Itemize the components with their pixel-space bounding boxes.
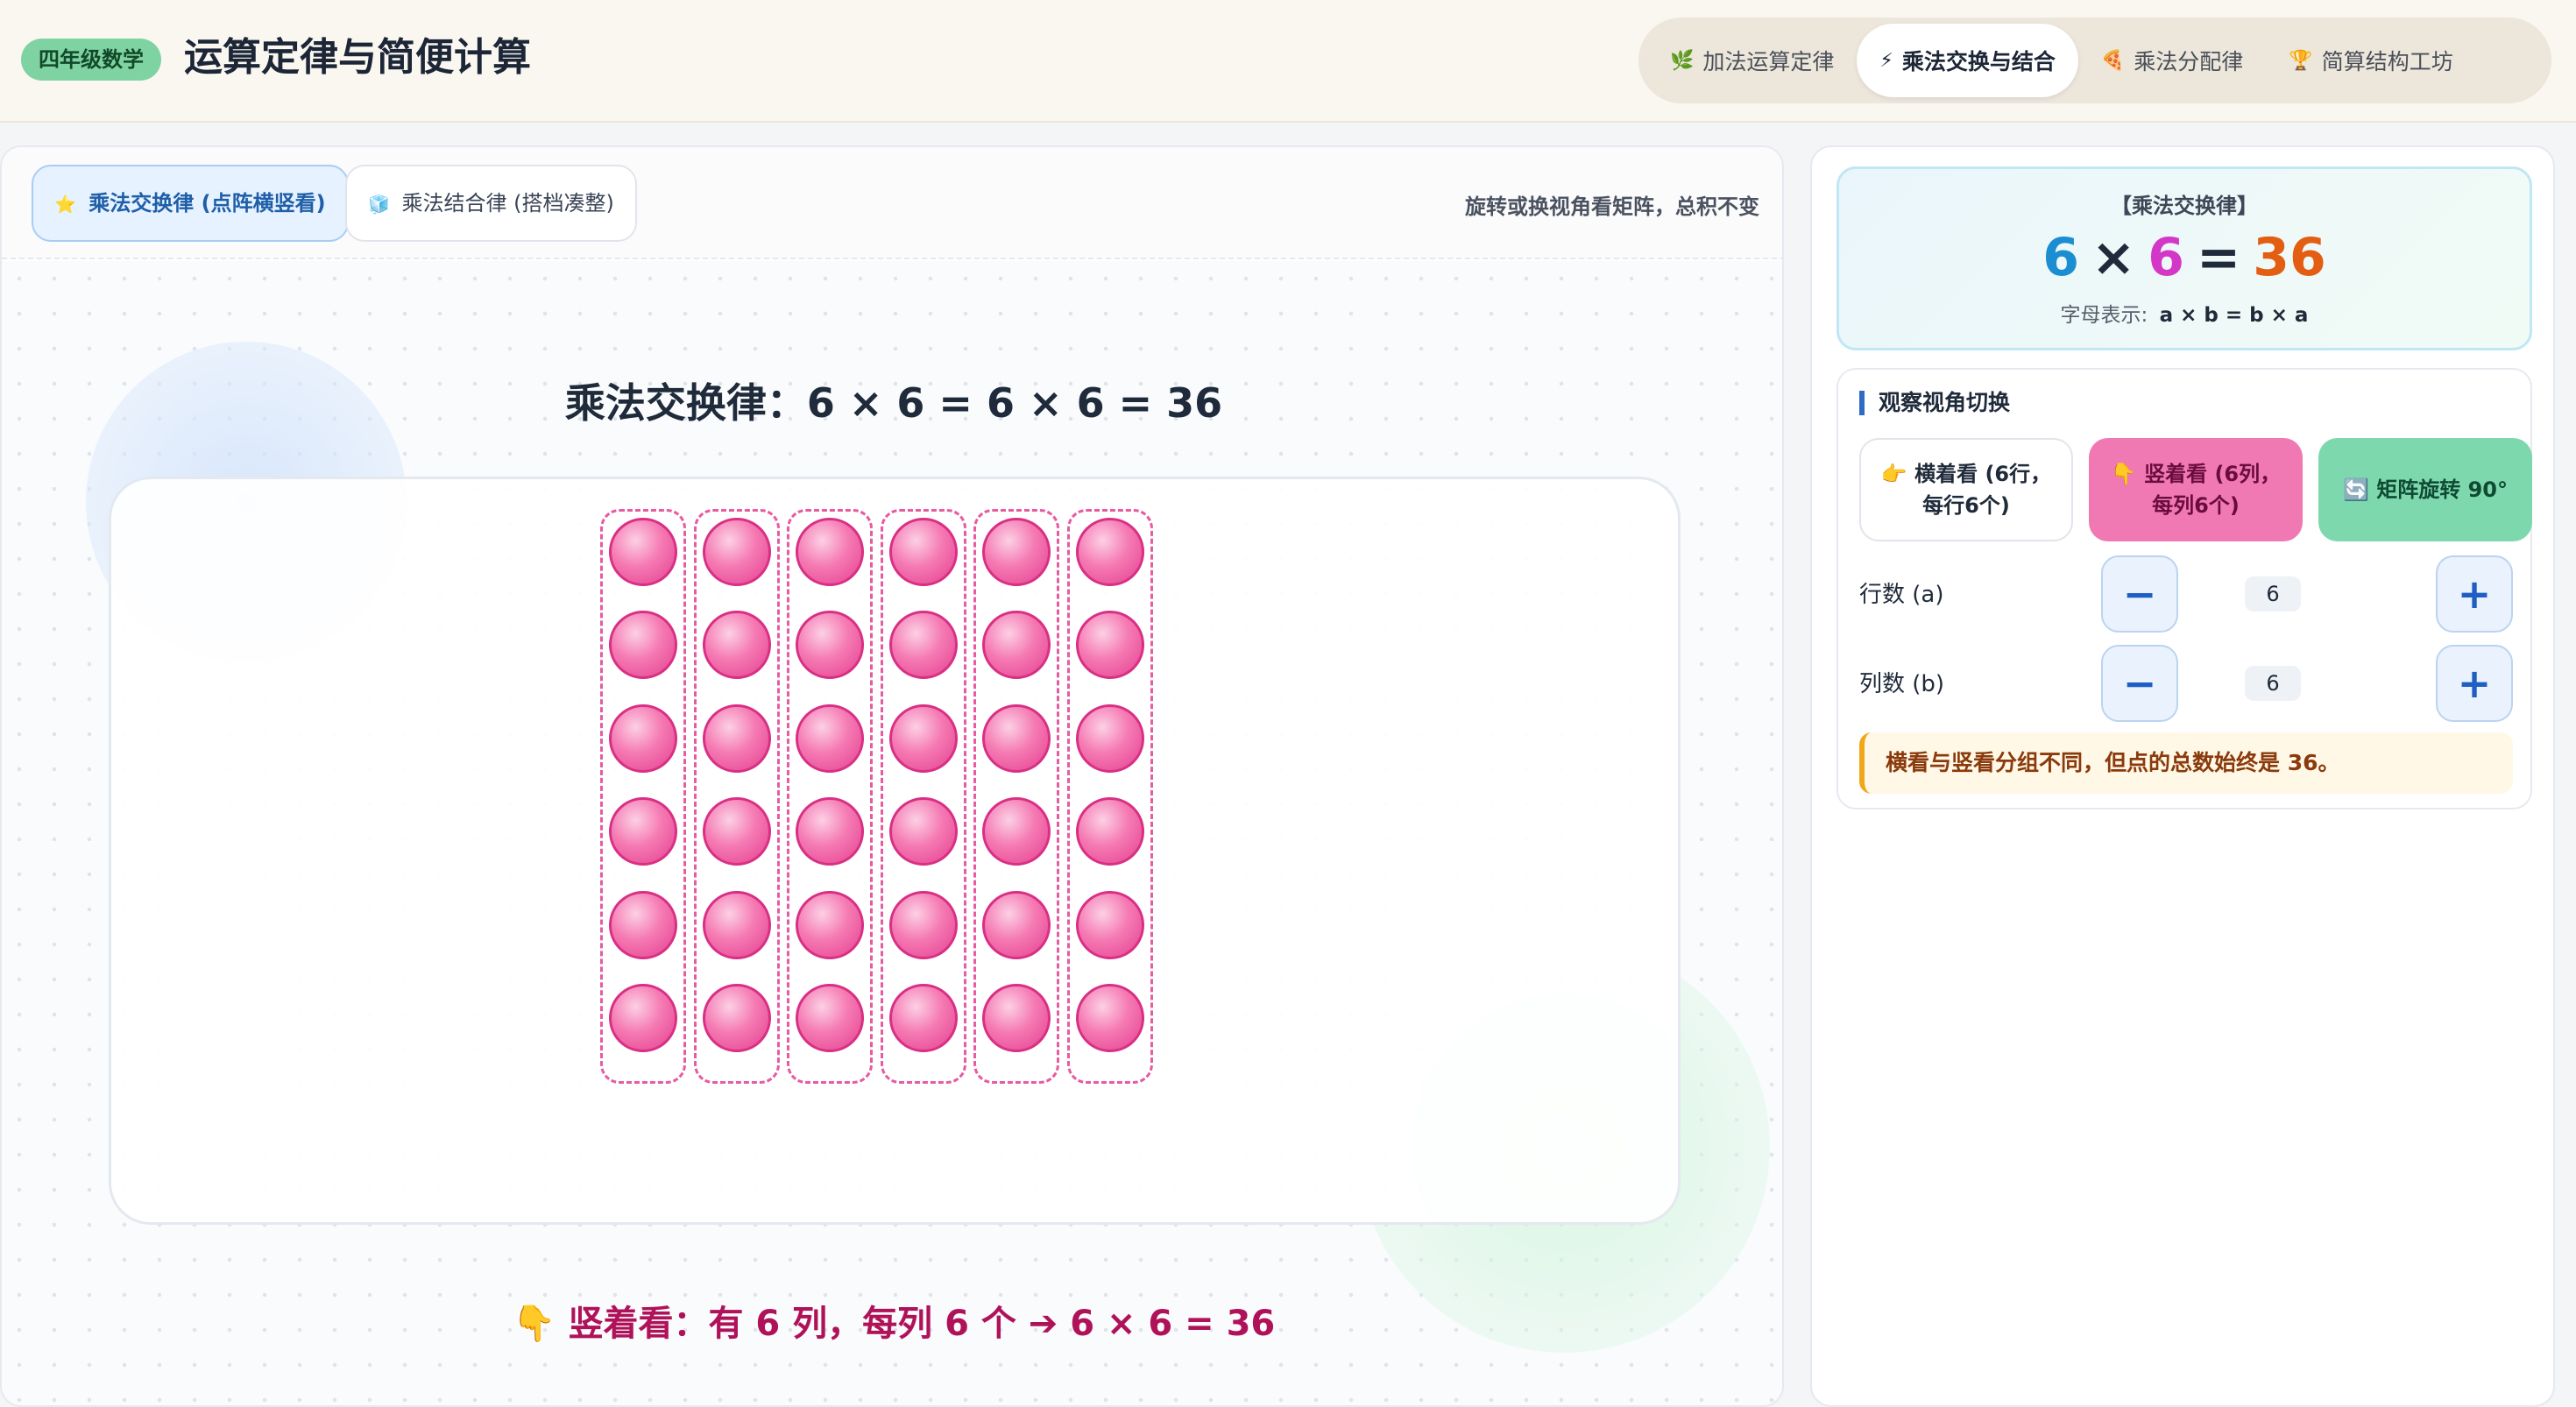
subtab-label: 乘法交换律 (点阵横竖看)	[88, 191, 326, 216]
tab-addition-laws[interactable]: 🌿 加法运算定律	[1647, 24, 1857, 97]
leaf-icon: 🌿	[1670, 49, 1695, 72]
matrix-dot	[888, 518, 958, 586]
matrix-dot	[702, 797, 771, 866]
formula-card: 【乘法交换律】 6 × 6 = 36 字母表示: a × b = b × a	[1836, 166, 2532, 350]
rows-increment-button[interactable]: +	[2436, 555, 2513, 633]
info-note: 横看与竖看分组不同，但点的总数始终是 36。	[1859, 732, 2513, 794]
matrix-dot	[702, 611, 771, 680]
matrix-dot	[1076, 890, 1144, 959]
top-nav: 🌿 加法运算定律 ⚡ 乘法交换与结合 🍕 乘法分配律 🏆 简算结构工坊	[1638, 18, 2551, 103]
rows-label: 行数 (a)	[1859, 582, 1944, 608]
formula-times: ×	[2091, 227, 2136, 288]
tab-label: 乘法交换与结合	[1901, 49, 2056, 74]
matrix-dot	[1076, 518, 1144, 586]
matrix-dot	[1076, 797, 1144, 866]
formula-equation: 6 × 6 = 36	[1839, 226, 2530, 289]
trophy-icon: 🏆	[2289, 49, 2313, 72]
dot-matrix-board	[109, 477, 1681, 1225]
matrix-dot	[609, 890, 677, 959]
matrix-dot	[609, 611, 677, 680]
rows-value: 6	[2245, 576, 2301, 612]
letter-form-label: 字母表示:	[2060, 304, 2148, 327]
ice-cube-icon: 🧊	[368, 194, 390, 215]
matrix-dot	[796, 704, 865, 773]
star-icon: ⭐	[54, 194, 76, 215]
matrix-dot	[796, 518, 865, 586]
hint-text: 旋转或换视角看矩阵，总积不变	[1465, 194, 1759, 219]
law-title: 乘法交换律：6 × 6 = 6 × 6 = 36	[564, 379, 1223, 427]
cols-label: 列数 (b)	[1859, 671, 1945, 697]
matrix-dot	[1076, 704, 1144, 773]
cols-decrement-button[interactable]: −	[2101, 645, 2178, 722]
view-caption: 👇 竖着看：有 6 列，每列 6 个 ➔ 6 × 6 = 36	[512, 1304, 1276, 1344]
matrix-dot	[609, 797, 677, 866]
formula-result: 36	[2253, 227, 2326, 288]
matrix-dot	[1076, 984, 1144, 1052]
subtab-commutative[interactable]: ⭐ 乘法交换律 (点阵横竖看)	[32, 165, 349, 242]
grade-badge: 四年级数学	[21, 39, 161, 81]
matrix-dot	[609, 984, 677, 1052]
sub-tab-bar: ⭐ 乘法交换律 (点阵横竖看) 🧊 乘法结合律 (搭档凑整) 旋转或换视角看矩阵…	[2, 147, 1782, 259]
letter-form: 字母表示: a × b = b × a	[1839, 298, 2530, 328]
matrix-dot	[982, 518, 1051, 586]
matrix-dot	[888, 890, 958, 959]
letter-form-expression: a × b = b × a	[2159, 304, 2309, 327]
vertical-view-button[interactable]: 👇 竖着看 (6列，每列6个)	[2089, 438, 2303, 541]
tab-simplification-workshop[interactable]: 🏆 简算结构工坊	[2266, 24, 2475, 97]
matrix-dot	[702, 890, 771, 959]
formula-factor-a: 6	[2042, 227, 2079, 288]
matrix-dot	[888, 797, 958, 866]
tab-label: 加法运算定律	[1702, 49, 1835, 74]
matrix-dot	[982, 984, 1051, 1052]
main-panel: ⭐ 乘法交换律 (点阵横竖看) 🧊 乘法结合律 (搭档凑整) 旋转或换视角看矩阵…	[0, 145, 1784, 1407]
rotate-matrix-button[interactable]: 🔄 矩阵旋转 90°	[2318, 438, 2532, 541]
tab-distributive-law[interactable]: 🍕 乘法分配律	[2078, 24, 2266, 97]
formula-equals: =	[2197, 227, 2241, 288]
matrix-dot	[796, 890, 865, 959]
tab-multiplication-commutative-associative[interactable]: ⚡ 乘法交换与结合	[1857, 24, 2078, 97]
matrix-dot	[796, 797, 865, 866]
pizza-icon: 🍕	[2100, 49, 2126, 72]
matrix-dot	[888, 984, 958, 1052]
matrix-dot	[702, 704, 771, 773]
matrix-dot	[888, 611, 958, 680]
subtab-associative[interactable]: 🧊 乘法结合律 (搭档凑整)	[345, 165, 637, 242]
cols-value: 6	[2245, 666, 2301, 701]
matrix-dot	[702, 984, 771, 1052]
control-sidebar: 【乘法交换律】 6 × 6 = 36 字母表示: a × b = b × a 观察视角切…	[1810, 145, 2555, 1407]
cols-increment-button[interactable]: +	[2436, 645, 2513, 722]
tab-label: 乘法分配律	[2134, 49, 2244, 74]
tab-label: 简算结构工坊	[2321, 49, 2453, 74]
app-title: 运算定律与简便计算	[184, 35, 531, 80]
subtab-label: 乘法结合律 (搭档凑整)	[401, 191, 614, 216]
lightning-icon: ⚡	[1879, 49, 1893, 72]
matrix-dot	[609, 518, 677, 586]
view-switch-title: 观察视角切换	[1859, 391, 2010, 415]
app-header: 四年级数学 运算定律与简便计算 🌿 加法运算定律 ⚡ 乘法交换与结合 🍕 乘法分…	[0, 0, 2576, 123]
matrix-dot	[982, 704, 1051, 773]
rows-decrement-button[interactable]: −	[2101, 555, 2178, 633]
matrix-dot	[982, 890, 1051, 959]
matrix-dot	[609, 704, 677, 773]
matrix-dot	[796, 984, 865, 1052]
formula-law-label: 【乘法交换律】	[2111, 194, 2258, 218]
matrix-dot	[1076, 611, 1144, 680]
matrix-dot	[702, 518, 771, 586]
matrix-dot	[888, 704, 958, 773]
horizontal-view-button[interactable]: 👉 横着看 (6行，每行6个)	[1859, 438, 2073, 541]
view-switch-card: 观察视角切换 👉 横着看 (6行，每行6个) 👇 竖着看 (6列，每列6个) 🔄…	[1836, 368, 2532, 810]
formula-factor-b: 6	[2148, 227, 2184, 288]
demo-stage: 乘法交换律：6 × 6 = 6 × 6 = 36 👇 竖着看：有 6 列，每列 …	[2, 261, 1782, 1405]
